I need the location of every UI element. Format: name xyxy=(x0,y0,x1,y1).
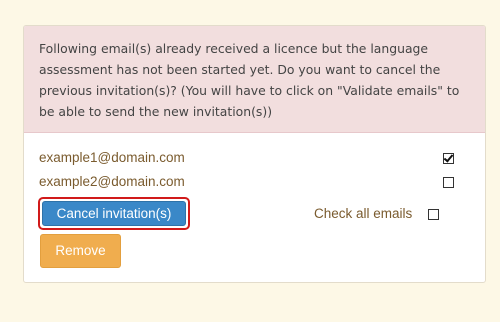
warning-alert: Following email(s) already received a li… xyxy=(24,26,485,133)
cancel-invitations-panel: Following email(s) already received a li… xyxy=(23,25,486,283)
email-row: example1@domain.com xyxy=(39,148,459,168)
email-address: example1@domain.com xyxy=(39,150,185,165)
cancel-invitations-button[interactable]: Cancel invitation(s) xyxy=(42,201,186,226)
email-checkbox[interactable] xyxy=(443,177,454,188)
check-all-label: Check all emails xyxy=(314,206,413,221)
email-address: example2@domain.com xyxy=(39,174,185,189)
alert-message: Following email(s) already received a li… xyxy=(39,41,460,119)
page: Following email(s) already received a li… xyxy=(0,0,500,322)
email-checkbox[interactable] xyxy=(443,153,454,164)
remove-button[interactable]: Remove xyxy=(40,234,121,268)
email-row: example2@domain.com xyxy=(39,172,459,192)
check-all-checkbox[interactable] xyxy=(428,209,439,220)
highlight-outline: Cancel invitation(s) xyxy=(38,197,190,230)
